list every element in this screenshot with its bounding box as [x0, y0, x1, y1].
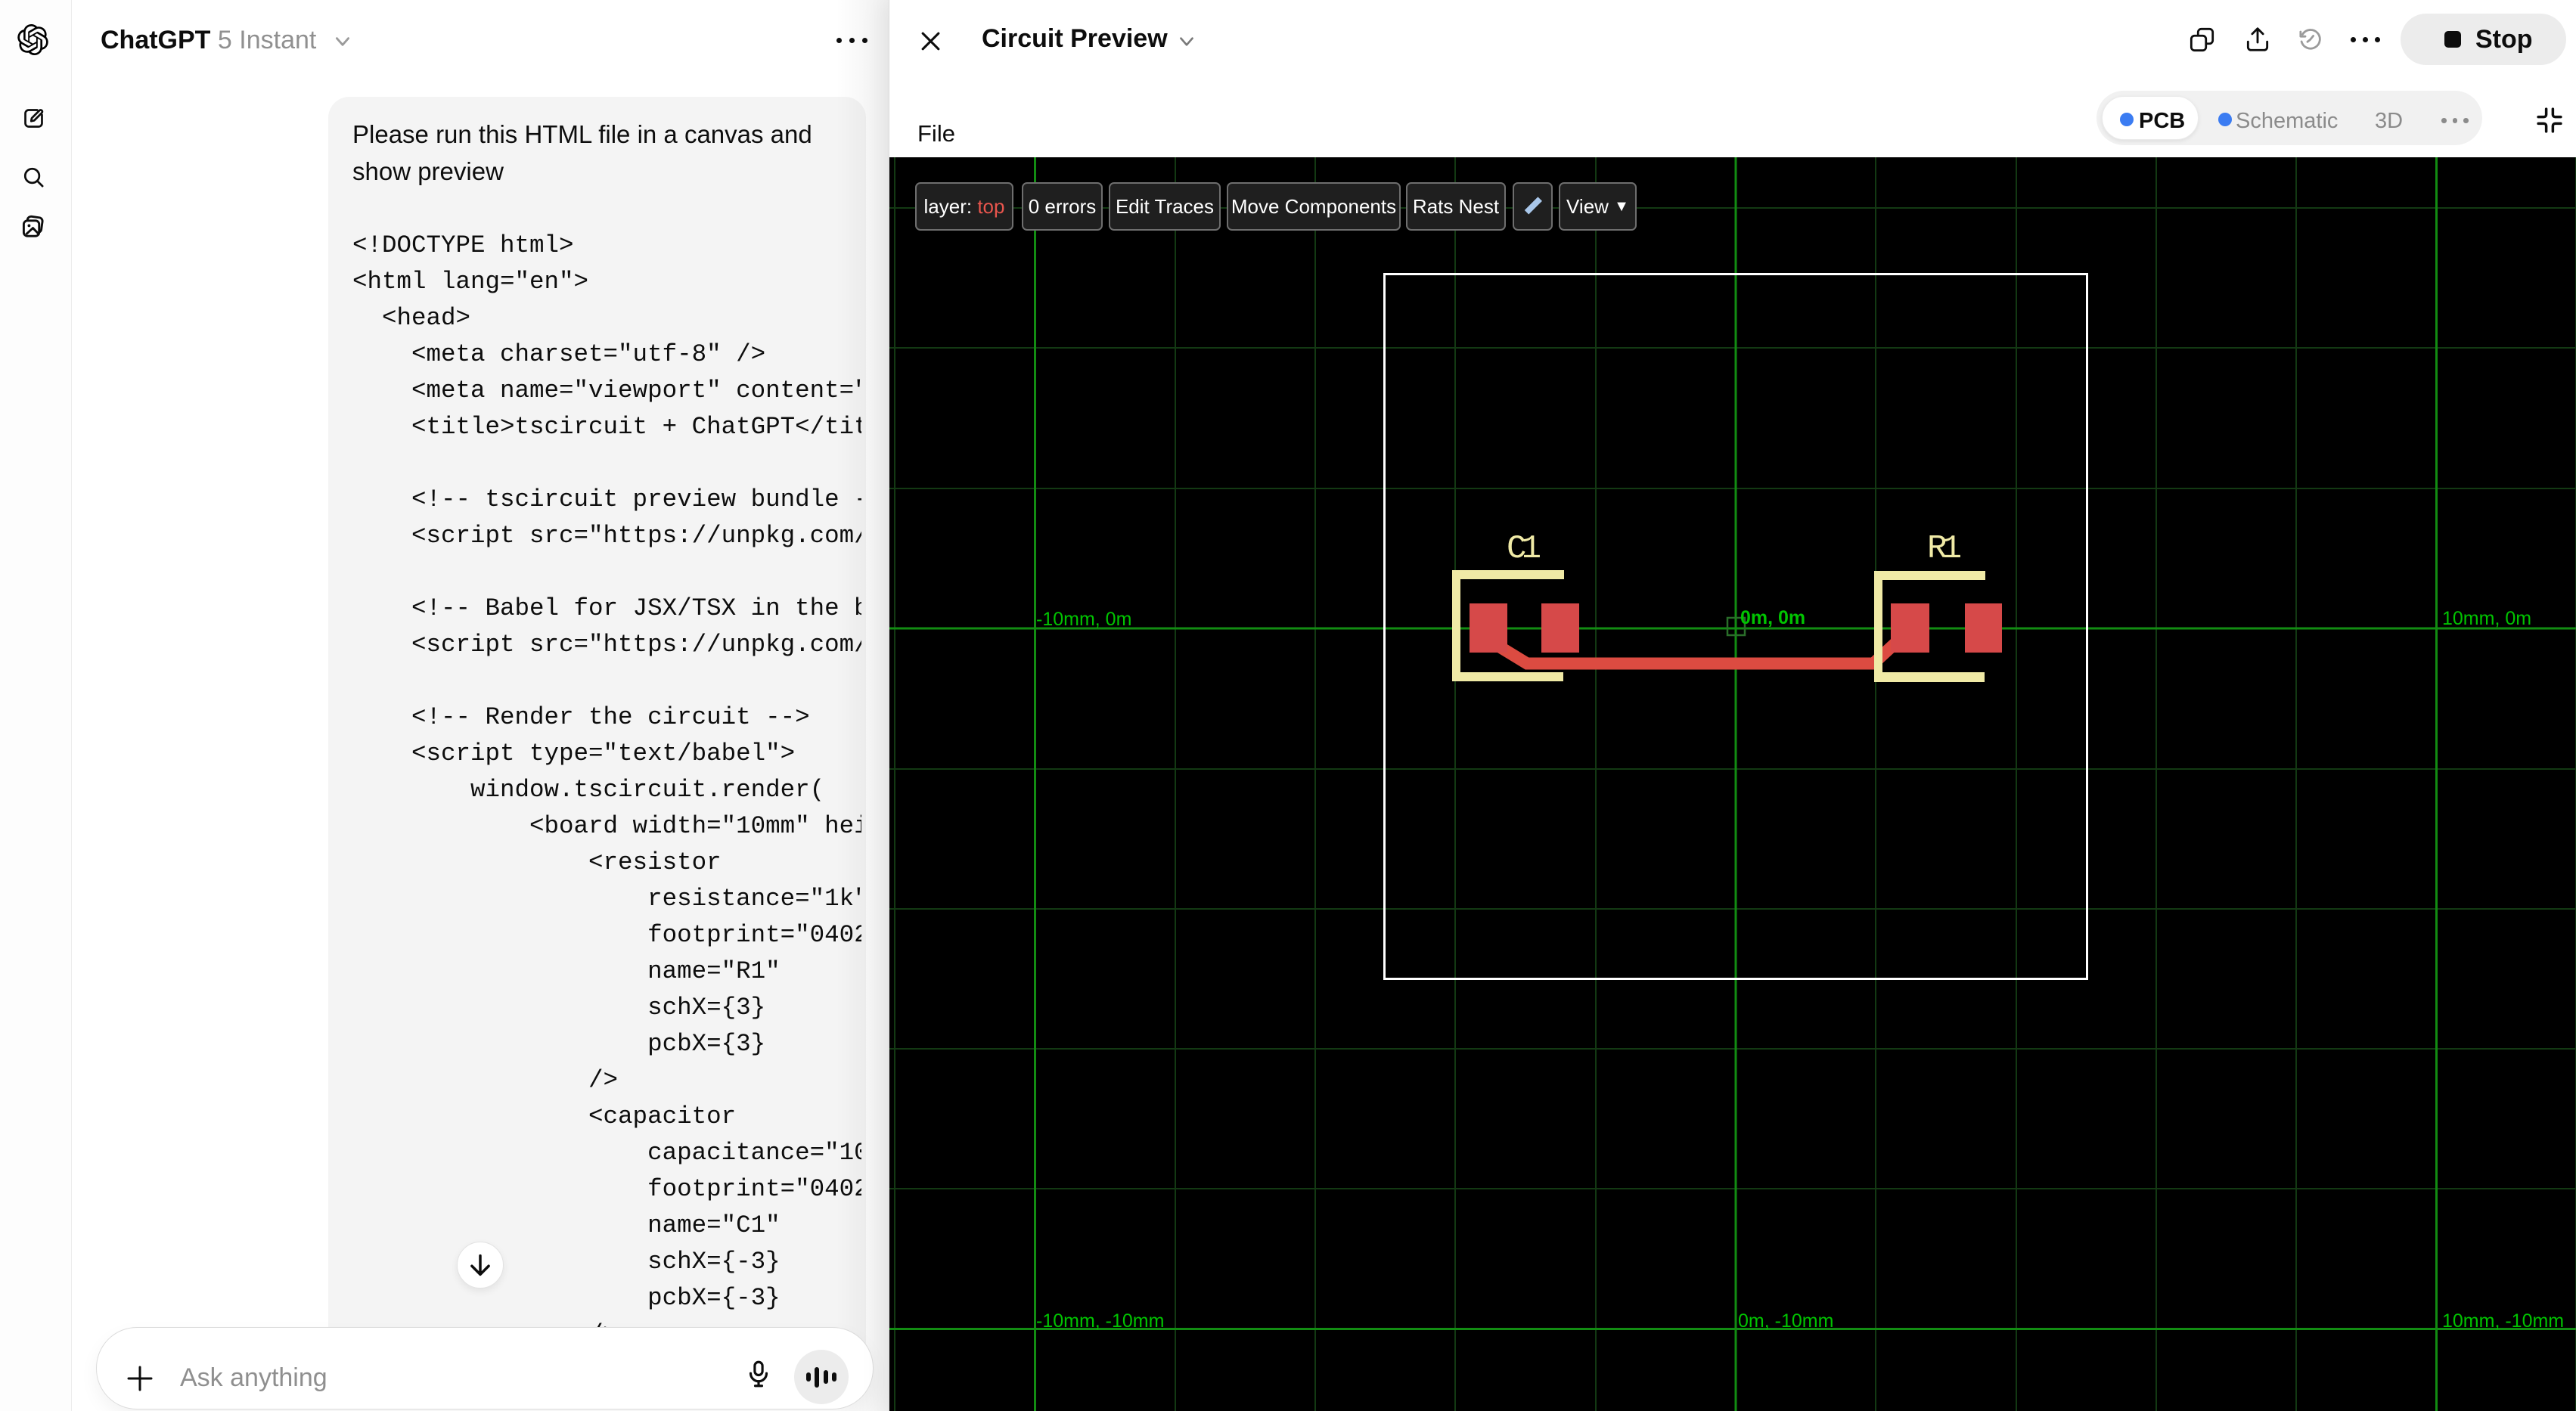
svg-text:-10mm, 0m: -10mm, 0m: [1036, 609, 1131, 630]
svg-text:R1: R1: [1927, 530, 1962, 568]
svg-text:0m, -10mm: 0m, -10mm: [1738, 1310, 1833, 1332]
svg-text:0m, 0m: 0m, 0m: [1740, 607, 1805, 628]
svg-text:10mm, 0m: 10mm, 0m: [2442, 608, 2531, 629]
svg-text:C1: C1: [1507, 530, 1541, 568]
svg-text:-10mm, -10mm: -10mm, -10mm: [1036, 1310, 1164, 1332]
svg-text:10mm, -10mm: 10mm, -10mm: [2442, 1310, 2564, 1332]
